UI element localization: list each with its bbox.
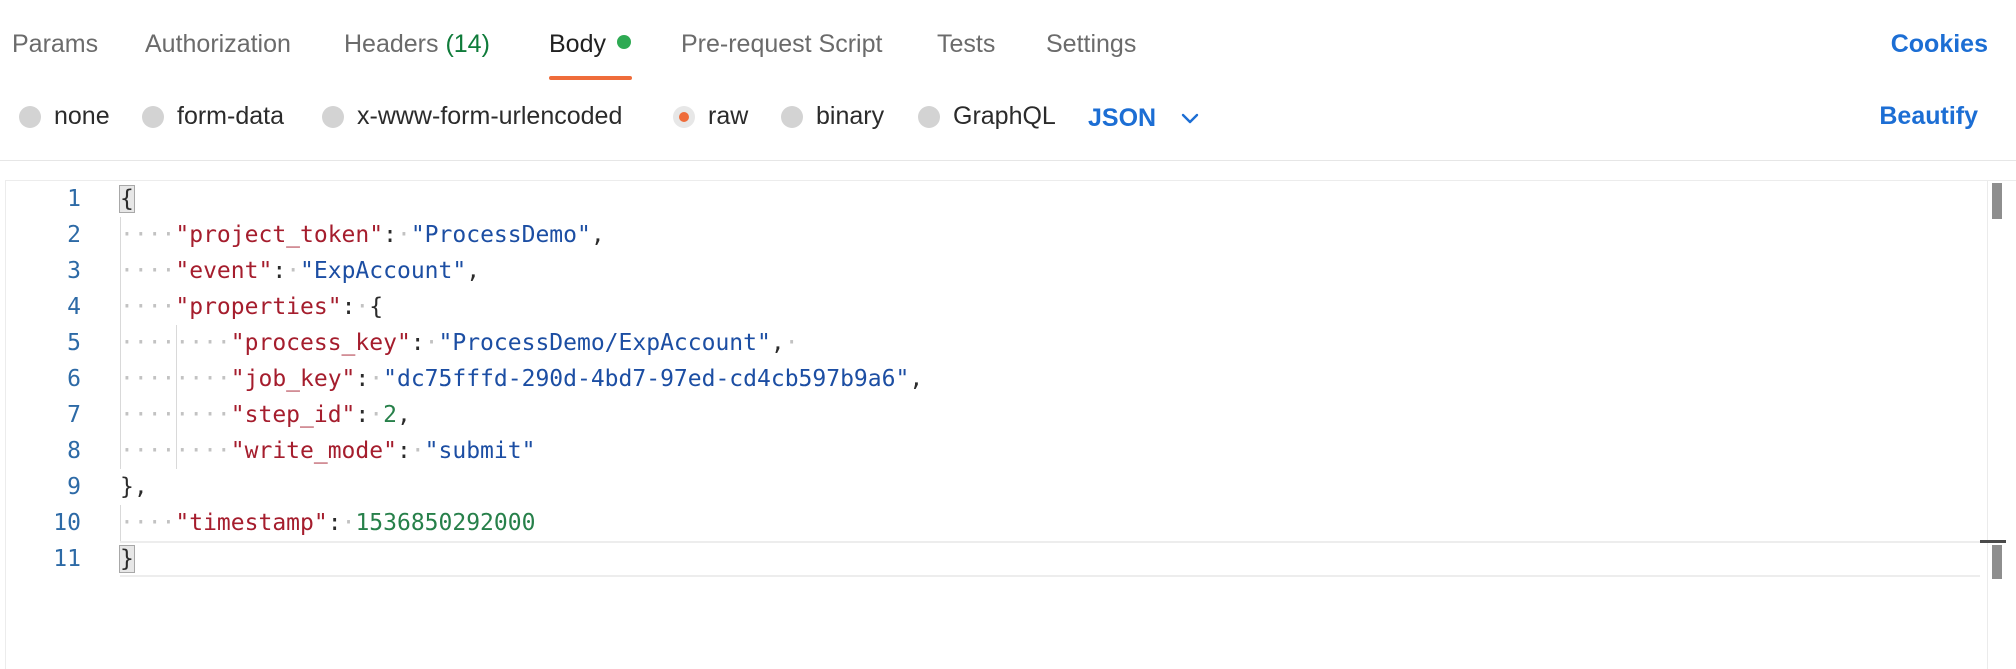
tab-pre-request-script[interactable]: Pre-request Script — [681, 30, 882, 59]
language-dropdown[interactable]: JSON — [1088, 102, 1199, 133]
code-line: ········"job_key":·"dc75fffd-290d-4bd7-9… — [120, 366, 924, 392]
radio-graphql-circle — [918, 105, 940, 128]
code-token: { — [119, 185, 135, 213]
code-line: } — [119, 541, 135, 577]
tab-settings[interactable]: Settings — [1046, 30, 1136, 59]
code-line: ····"event":·"ExpAccount", — [120, 258, 481, 284]
tab-authorization[interactable]: Authorization — [145, 30, 291, 59]
editor-scrollbar-thumb[interactable] — [1992, 183, 2002, 219]
radio-none[interactable]: none — [19, 102, 110, 131]
code-line: ····"timestamp":·1536850292000 — [120, 510, 536, 536]
radio-form-data[interactable]: form-data — [142, 102, 284, 131]
code-string: "submit" — [424, 438, 536, 464]
code-line: ····"properties":·{ — [120, 294, 384, 320]
radio-graphql-label: GraphQL — [953, 102, 1056, 130]
tab-body-label: Body — [549, 30, 606, 58]
code-key: "step_id" — [230, 402, 356, 428]
language-label: JSON — [1088, 104, 1157, 132]
radio-raw-circle — [673, 105, 695, 128]
code-string: "ProcessDemo" — [410, 222, 591, 248]
line-number-gutter: 1 2 3 4 5 6 7 8 9 10 11 — [6, 181, 81, 669]
radio-binary-label: binary — [816, 102, 885, 130]
radio-binary-circle — [781, 105, 803, 128]
active-tab-indicator — [549, 76, 632, 80]
radio-raw[interactable]: raw — [673, 102, 748, 131]
line-number: 4 — [67, 294, 81, 320]
cookies-link[interactable]: Cookies — [1891, 30, 1988, 59]
radio-urlencoded-circle — [322, 105, 344, 128]
radio-none-circle — [19, 105, 41, 128]
line-number: 10 — [53, 510, 81, 536]
code-line: ····"project_token":·"ProcessDemo", — [120, 222, 605, 248]
code-line: { — [119, 181, 135, 217]
body-modified-dot-icon — [616, 35, 631, 49]
line-number: 7 — [67, 402, 81, 428]
divider — [0, 160, 2016, 161]
line-number: 8 — [67, 438, 81, 464]
code-key: "project_token" — [175, 222, 384, 248]
tab-tests[interactable]: Tests — [937, 30, 995, 59]
line-number: 3 — [67, 258, 81, 284]
code-key: "timestamp" — [175, 510, 328, 536]
radio-form-data-label: form-data — [177, 102, 284, 130]
code-content: { ····"project_token":·"ProcessDemo", ··… — [119, 181, 1970, 669]
line-number: 6 — [67, 366, 81, 392]
body-type-selector: none form-data x-www-form-urlencoded raw… — [0, 94, 2016, 150]
radio-none-label: none — [54, 102, 110, 130]
code-line: }, — [120, 469, 148, 505]
code-number: 2 — [383, 402, 397, 428]
code-key: "write_mode" — [230, 438, 397, 464]
code-editor[interactable]: 1 2 3 4 5 6 7 8 9 10 11 { ····"project_t… — [5, 180, 2016, 669]
radio-raw-label: raw — [708, 102, 749, 130]
line-number: 1 — [67, 186, 81, 212]
code-line: ········"step_id":·2, — [120, 402, 411, 428]
radio-urlencoded-label: x-www-form-urlencoded — [357, 102, 623, 130]
tab-headers-label: Headers — [344, 30, 439, 58]
code-line: ········"process_key":·"ProcessDemo/ExpA… — [120, 330, 799, 356]
code-token: { — [369, 294, 384, 320]
code-key: "event" — [175, 258, 273, 284]
chevron-down-icon — [1181, 102, 1199, 131]
code-key: "properties" — [175, 294, 342, 320]
editor-scrollbar-track[interactable] — [1987, 181, 1988, 669]
request-tabs: Params Authorization Headers (14) Body P… — [0, 0, 2016, 84]
radio-form-data-circle — [142, 105, 164, 128]
beautify-button[interactable]: Beautify — [1879, 102, 1978, 131]
code-number: 1536850292000 — [355, 510, 536, 536]
code-token: } — [119, 545, 135, 573]
headers-count-badge: (14) — [445, 30, 490, 58]
code-string: "dc75fffd-290d-4bd7-97ed-cd4cb597b9a6" — [383, 366, 910, 392]
line-number: 2 — [67, 222, 81, 248]
radio-binary[interactable]: binary — [781, 102, 884, 131]
code-line: ········"write_mode":·"submit" — [120, 438, 536, 464]
cursor-position-marker — [1980, 540, 2006, 543]
code-string: "ProcessDemo/ExpAccount" — [438, 330, 771, 356]
tab-body[interactable]: Body — [549, 30, 631, 59]
code-key: "job_key" — [230, 366, 356, 392]
line-number: 5 — [67, 330, 81, 356]
line-number: 11 — [53, 546, 81, 572]
tab-headers[interactable]: Headers (14) — [344, 30, 490, 59]
radio-graphql[interactable]: GraphQL — [918, 102, 1056, 131]
code-token: }, — [120, 474, 148, 500]
radio-urlencoded[interactable]: x-www-form-urlencoded — [322, 102, 622, 131]
code-string: "ExpAccount" — [300, 258, 467, 284]
overview-ruler-marker — [1992, 545, 2002, 579]
line-number: 9 — [67, 474, 81, 500]
code-key: "process_key" — [230, 330, 411, 356]
tab-params[interactable]: Params — [12, 30, 98, 59]
